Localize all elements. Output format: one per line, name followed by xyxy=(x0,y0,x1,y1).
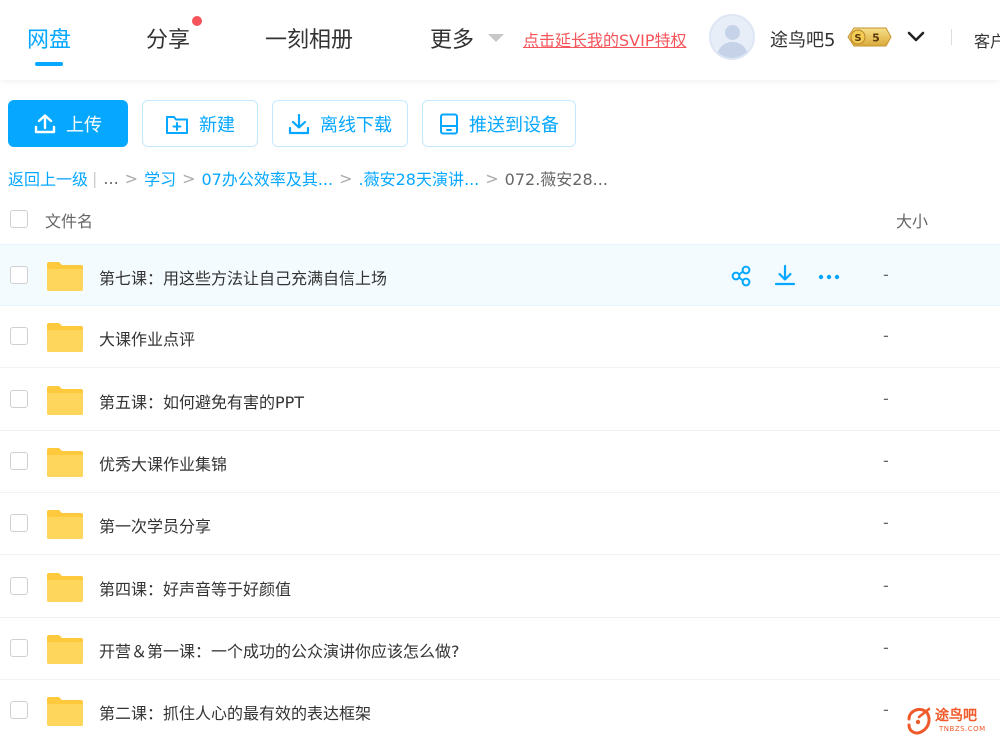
folder-icon xyxy=(47,510,83,540)
tab-share-label: 分享 xyxy=(146,28,191,53)
file-size: - xyxy=(883,700,889,720)
file-size: - xyxy=(883,450,889,470)
file-size: - xyxy=(883,637,889,657)
vip-level-number: 5 xyxy=(872,32,880,45)
tab-netdisk[interactable]: 网盘 xyxy=(27,22,72,66)
file-name[interactable]: 大课作业点评 xyxy=(99,326,195,350)
svip-level-badge-icon: S 5 xyxy=(847,27,892,47)
file-name[interactable]: 开营＆第一课：一个成功的公众演讲你应该怎么做? xyxy=(99,638,460,662)
row-checkbox[interactable] xyxy=(10,266,28,284)
breadcrumb-current: 072.薇安28... xyxy=(504,170,608,189)
folder-icon xyxy=(47,323,83,353)
table-row[interactable]: 第二课：抓住人心的最有效的表达框架 - xyxy=(0,680,1000,741)
offline-download-button[interactable]: 离线下载 xyxy=(272,100,408,147)
file-name[interactable]: 第一次学员分享 xyxy=(99,513,211,537)
active-tab-indicator xyxy=(35,62,63,66)
file-name[interactable]: 第二课：抓住人心的最有效的表达框架 xyxy=(99,700,371,724)
row-checkbox[interactable] xyxy=(10,701,28,720)
nav-divider xyxy=(951,29,952,45)
column-header-name[interactable]: 文件名 xyxy=(45,208,93,232)
watermark-text: 途鸟吧 xyxy=(935,708,977,724)
file-name[interactable]: 第四课：好声音等于好颜值 xyxy=(99,576,291,600)
watermark-subtext: TNBZS.COM xyxy=(939,725,986,733)
file-name[interactable]: 优秀大课作业集锦 xyxy=(99,451,227,475)
file-name[interactable]: 第七课：用这些方法让自己充满自信上场 xyxy=(99,265,387,289)
file-size: - xyxy=(883,388,889,408)
new-folder-icon xyxy=(166,115,188,134)
share-icon[interactable] xyxy=(730,264,752,288)
download-icon xyxy=(288,113,310,134)
breadcrumb-divider: | xyxy=(92,168,98,188)
chevron-down-icon[interactable] xyxy=(906,26,926,46)
folder-icon xyxy=(47,572,83,602)
more-options-icon[interactable] xyxy=(818,264,840,288)
tab-share[interactable]: 分享 xyxy=(146,16,203,54)
folder-icon xyxy=(47,634,83,664)
tab-more[interactable]: 更多 xyxy=(430,22,474,54)
file-table-header: 文件名 大小 xyxy=(0,198,1000,242)
folder-icon xyxy=(47,697,83,727)
tab-album[interactable]: 一刻相册 xyxy=(265,22,353,54)
folder-icon xyxy=(47,385,83,415)
table-row[interactable]: 第七课：用这些方法让自己充满自信上场 - xyxy=(0,244,1000,306)
table-row[interactable]: 开营＆第一课：一个成功的公众演讲你应该怎么做? - xyxy=(0,618,1000,680)
avatar-head-shape xyxy=(725,25,740,40)
breadcrumb-separator: > xyxy=(182,168,196,188)
breadcrumb-item-speech[interactable]: .薇安28天演讲... xyxy=(359,166,480,190)
column-header-size[interactable]: 大小 xyxy=(896,208,928,232)
tab-more-label: 更多 xyxy=(430,28,475,53)
new-folder-label: 新建 xyxy=(199,114,235,136)
device-icon xyxy=(440,113,458,134)
new-folder-button[interactable]: 新建 xyxy=(142,100,258,147)
avatar[interactable] xyxy=(709,14,755,60)
folder-icon xyxy=(47,447,83,477)
tab-netdisk-label: 网盘 xyxy=(27,28,72,53)
breadcrumb-separator: > xyxy=(339,168,353,188)
push-to-device-label: 推送到设备 xyxy=(469,114,559,136)
folder-icon xyxy=(47,262,83,291)
breadcrumb-ellipsis[interactable]: ... xyxy=(103,169,118,188)
svg-text:S: S xyxy=(854,33,861,44)
row-checkbox[interactable] xyxy=(10,514,28,533)
table-row[interactable]: 第五课：如何避免有害的PPT - xyxy=(0,369,1000,431)
site-watermark: 途鸟吧 TNBZS.COM xyxy=(905,703,997,739)
file-size: - xyxy=(883,575,889,595)
upload-button[interactable]: 上传 xyxy=(8,100,128,147)
notification-dot xyxy=(192,16,203,26)
file-size: - xyxy=(883,513,889,533)
table-row[interactable]: 大课作业点评 - xyxy=(0,306,1000,369)
select-all-checkbox[interactable] xyxy=(10,210,28,228)
username[interactable]: 途鸟吧5 xyxy=(770,26,835,52)
breadcrumb-separator: > xyxy=(485,168,499,188)
row-checkbox[interactable] xyxy=(10,327,28,346)
caret-down-icon[interactable] xyxy=(488,34,504,42)
push-to-device-button[interactable]: 推送到设备 xyxy=(422,100,576,147)
row-checkbox[interactable] xyxy=(10,451,28,470)
row-checkbox[interactable] xyxy=(10,389,28,408)
breadcrumb-item-study[interactable]: 学习 xyxy=(144,166,176,190)
row-checkbox[interactable] xyxy=(10,576,28,595)
svip-extend-link[interactable]: 点击延长我的SVIP特权 xyxy=(523,27,686,51)
breadcrumb-item-office[interactable]: 07办公效率及其... xyxy=(202,166,334,190)
top-navigation: 网盘 分享 一刻相册 更多 点击延长我的SVIP特权 途鸟吧5 S 5 客户 xyxy=(0,0,1000,80)
offline-download-label: 离线下载 xyxy=(320,114,392,136)
avatar-body-shape xyxy=(717,42,748,58)
download-icon[interactable] xyxy=(774,264,796,288)
file-name[interactable]: 第五课：如何避免有害的PPT xyxy=(99,389,304,413)
row-actions xyxy=(730,264,840,288)
breadcrumb-back-link[interactable]: 返回上一级 xyxy=(8,166,88,190)
breadcrumb: 返回上一级 | ... > 学习 > 07办公效率及其... > .薇安28天演… xyxy=(8,166,608,190)
upload-icon xyxy=(34,113,56,133)
client-download-link[interactable]: 客户 xyxy=(974,28,1000,52)
bird-logo-icon xyxy=(907,707,931,735)
table-row[interactable]: 第一次学员分享 - xyxy=(0,493,1000,556)
table-row[interactable]: 第四课：好声音等于好颜值 - xyxy=(0,556,1000,618)
upload-label: 上传 xyxy=(66,114,102,136)
breadcrumb-separator: > xyxy=(124,168,139,188)
row-checkbox[interactable] xyxy=(10,638,28,657)
file-size: - xyxy=(883,326,889,346)
table-row[interactable]: 优秀大课作业集锦 - xyxy=(0,431,1000,493)
file-size: - xyxy=(883,265,889,284)
tab-album-label: 一刻相册 xyxy=(265,28,354,53)
